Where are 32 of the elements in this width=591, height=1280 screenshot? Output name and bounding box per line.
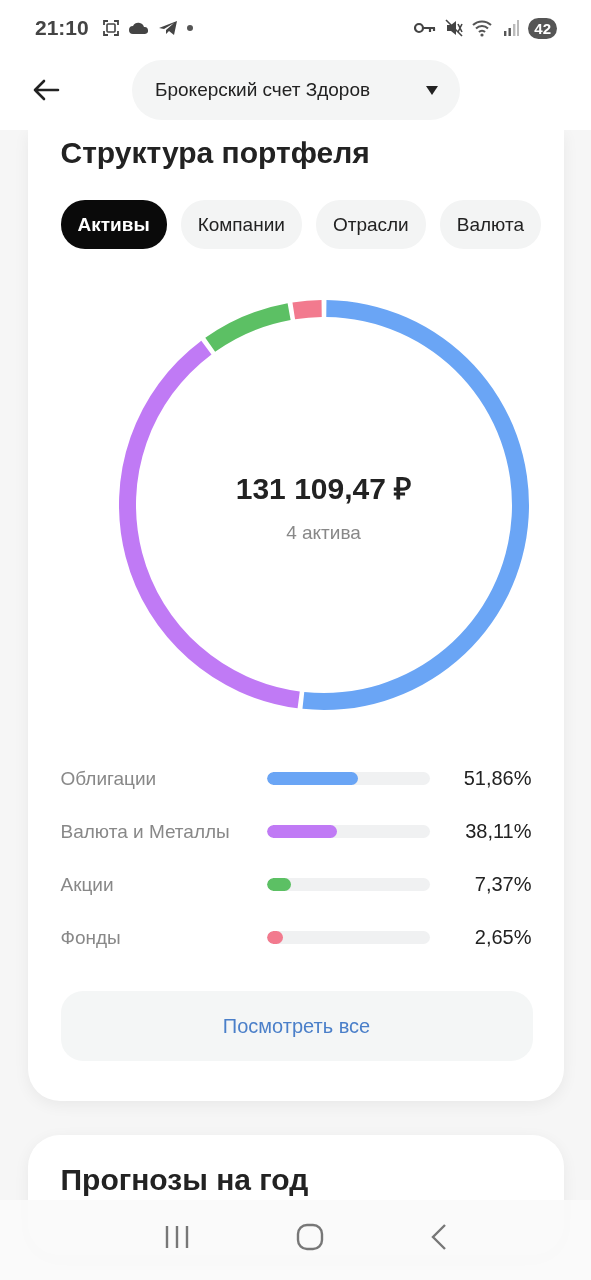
cloud-icon (128, 21, 149, 35)
signal-icon (503, 20, 520, 36)
filter-tab[interactable]: Компании (180, 200, 302, 249)
back-arrow-icon (32, 79, 60, 101)
home-icon (296, 1223, 325, 1251)
asset-class-label: Акции (60, 873, 115, 896)
asset-count: 4 актива (286, 522, 361, 544)
screenshot-icon (101, 19, 120, 37)
filter-tab[interactable]: Валюта (439, 200, 541, 249)
account-selector[interactable]: Брокерский счет Здоров (132, 60, 460, 120)
paper-plane-icon (157, 20, 178, 36)
account-name: Брокерский счет Здоров (155, 79, 371, 101)
back-icon (430, 1223, 449, 1251)
filter-tab[interactable]: Отрасли (315, 200, 426, 249)
view-all-button[interactable]: Посмотреть все (60, 991, 533, 1061)
battery-indicator: 42 (528, 17, 557, 39)
asset-class-label: Облигации (60, 767, 158, 790)
percent-value: 7,37% (473, 873, 532, 896)
key-icon (414, 22, 437, 34)
status-time: 21:10 (35, 16, 89, 40)
mute-icon (445, 19, 464, 37)
filter-tab[interactable]: Активы (60, 200, 167, 249)
percent-value: 38,11% (464, 820, 532, 843)
percent-value: 2,65% (473, 926, 532, 949)
asset-class-label: Фонды (60, 926, 122, 949)
portfolio-total: 131 109,47 ₽ (235, 471, 412, 507)
percent-value: 51,86% (462, 767, 532, 790)
dropdown-caret-icon (426, 85, 438, 95)
section-title: Структура портфеля (60, 136, 371, 170)
section-title: Прогнозы на год (60, 1163, 310, 1197)
asset-class-label: Валюта и Металлы (60, 820, 231, 843)
dot-icon (186, 25, 193, 31)
